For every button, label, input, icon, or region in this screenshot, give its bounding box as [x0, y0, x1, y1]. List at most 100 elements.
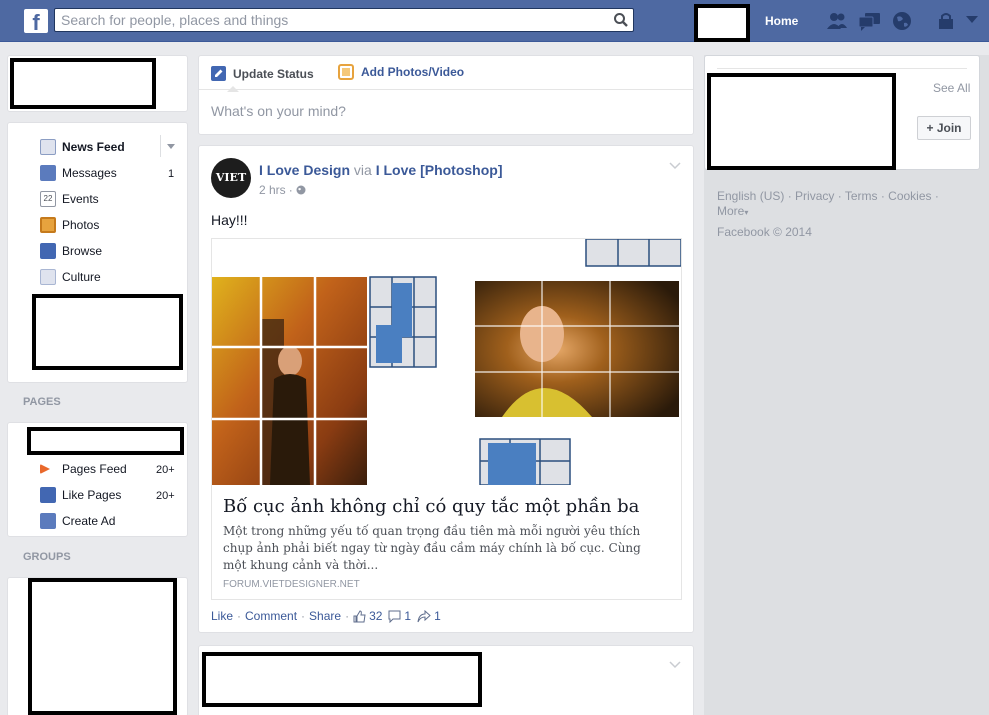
share-icon[interactable]	[417, 609, 431, 623]
footer-link-cookies[interactable]: Cookies	[888, 189, 931, 203]
see-all-link[interactable]: See All	[933, 81, 970, 95]
share-count[interactable]: 1	[434, 609, 441, 623]
pages-section-title[interactable]: PAGES	[23, 396, 61, 408]
search-box	[54, 8, 634, 32]
events-icon: 22	[40, 191, 56, 207]
sidebar-item-label: Culture	[62, 270, 101, 284]
footer-link-terms[interactable]: Terms	[845, 189, 878, 203]
pencil-icon	[211, 66, 226, 81]
status-input[interactable]: What's on your mind?	[211, 103, 346, 119]
via-page-link[interactable]: I Love [Photoshop]	[376, 162, 503, 178]
author-link[interactable]: I Love Design	[259, 162, 350, 178]
news-feed-icon	[40, 139, 56, 155]
photos-icon	[40, 217, 56, 233]
add-photos-label: Add Photos/Video	[361, 65, 465, 79]
redacted-suggested-group[interactable]	[707, 73, 896, 170]
feed-story: VIET I Love Design via I Love [Photoshop…	[198, 145, 694, 633]
thumbs-up-icon[interactable]	[353, 609, 366, 623]
messages-count: 1	[168, 168, 175, 180]
like-pages-count: 20+	[156, 490, 175, 502]
sidebar-item-culture[interactable]: Culture	[40, 268, 101, 286]
sidebar-item-label: Browse	[62, 244, 103, 258]
account-dropdown-icon[interactable]	[966, 16, 978, 24]
sidebar-item-messages[interactable]: Messages	[40, 164, 117, 182]
story-options-icon[interactable]	[669, 661, 681, 669]
public-globe-icon[interactable]	[296, 185, 306, 195]
footer-more-link[interactable]: More	[717, 204, 744, 218]
sidebar-item-label: Events	[62, 192, 99, 206]
update-status-label: Update Status	[233, 66, 314, 81]
search-icon[interactable]	[613, 12, 629, 28]
via-text: via	[353, 162, 372, 178]
avatar-text: VIET	[215, 171, 247, 184]
sidebar-item-label: Pages Feed	[62, 462, 127, 476]
comment-icon[interactable]	[388, 610, 401, 623]
sidebar-item-news-feed[interactable]: News Feed	[40, 138, 125, 156]
browse-icon	[40, 243, 56, 259]
story-header: I Love Design via I Love [Photoshop]	[259, 162, 502, 178]
action-separator: ·	[237, 609, 242, 623]
like-icon	[40, 487, 56, 503]
redacted-profile-name[interactable]	[10, 58, 156, 109]
link-title[interactable]: Bố cục ảnh không chỉ có quy tắc một phần…	[223, 496, 673, 517]
messages-icon	[40, 165, 56, 181]
join-label: Join	[936, 121, 962, 135]
news-feed-options-icon[interactable]	[167, 144, 175, 149]
sidebar-item-photos[interactable]: Photos	[40, 216, 99, 234]
link-preview[interactable]: Bố cục ảnh không chỉ có quy tắc một phần…	[211, 238, 682, 600]
groups-section-title[interactable]: GROUPS	[23, 551, 71, 563]
sidebar-item-like-pages[interactable]: Like Pages	[40, 486, 121, 504]
meta-separator: ·	[288, 183, 293, 197]
redacted-page-name[interactable]	[27, 427, 184, 455]
share-link[interactable]: Share	[309, 609, 341, 623]
update-status-tab[interactable]: Update Status	[211, 66, 314, 81]
footer-links: English (US) · Privacy · Terms · Cookies…	[717, 189, 957, 240]
redacted-story-header[interactable]	[202, 652, 482, 707]
page-avatar[interactable]: VIET	[211, 158, 251, 198]
megaphone-icon	[40, 464, 50, 474]
redacted-sidebar-items[interactable]	[32, 294, 183, 370]
plus-icon: +	[926, 121, 934, 135]
redacted-groups[interactable]	[28, 578, 177, 715]
search-input[interactable]	[55, 9, 595, 31]
top-navigation-bar: f Home	[0, 0, 989, 42]
copyright: Facebook © 2014	[717, 225, 812, 239]
sidebar-item-browse[interactable]: Browse	[40, 242, 102, 260]
comment-link[interactable]: Comment	[245, 609, 297, 623]
story-text: Hay!!!	[211, 212, 248, 228]
composer-divider	[199, 89, 693, 90]
privacy-icon[interactable]	[936, 11, 956, 31]
add-photos-tab[interactable]: Add Photos/Video	[338, 64, 464, 80]
link-preview-image	[212, 239, 681, 485]
globe-icon[interactable]	[892, 11, 912, 31]
link-description: Một trong những yếu tố quan trọng đầu ti…	[223, 524, 641, 572]
sidebar-item-label: Messages	[62, 166, 117, 180]
comment-count[interactable]: 1	[404, 609, 411, 623]
sidebar-item-create-ad[interactable]: Create Ad	[40, 512, 115, 530]
sidebar-item-events[interactable]: 22 Events	[40, 190, 99, 208]
messages-icon[interactable]	[858, 11, 882, 31]
footer-link-language[interactable]: English (US)	[717, 189, 784, 203]
card-header-line	[717, 68, 967, 69]
sidebar-item-label: Create Ad	[62, 514, 116, 528]
like-count[interactable]: 32	[369, 609, 382, 623]
like-link[interactable]: Like	[211, 609, 233, 623]
news-feed-options-divider	[160, 135, 161, 157]
sidebar-item-label: Photos	[62, 218, 100, 232]
story-options-icon[interactable]	[669, 162, 681, 170]
facebook-logo[interactable]: f	[24, 9, 48, 33]
friends-icon[interactable]	[826, 11, 848, 31]
photo-icon	[338, 64, 354, 80]
chart-icon	[40, 513, 56, 529]
story-actions: Like · Comment · Share · 32 1 1	[211, 609, 441, 623]
footer-link-privacy[interactable]: Privacy	[795, 189, 834, 203]
home-link[interactable]: Home	[765, 14, 798, 28]
status-composer: Update Status Add Photos/Video What's on…	[198, 55, 694, 135]
join-button[interactable]: + Join	[917, 116, 971, 140]
sidebar-item-label: News Feed	[62, 140, 125, 154]
timestamp-link[interactable]: 2 hrs	[259, 183, 286, 197]
redacted-profile-link[interactable]	[694, 4, 750, 42]
more-caret-icon: ▾	[744, 208, 749, 217]
pages-feed-count: 20+	[156, 464, 175, 476]
sidebar-item-pages-feed[interactable]: Pages Feed	[40, 460, 127, 478]
